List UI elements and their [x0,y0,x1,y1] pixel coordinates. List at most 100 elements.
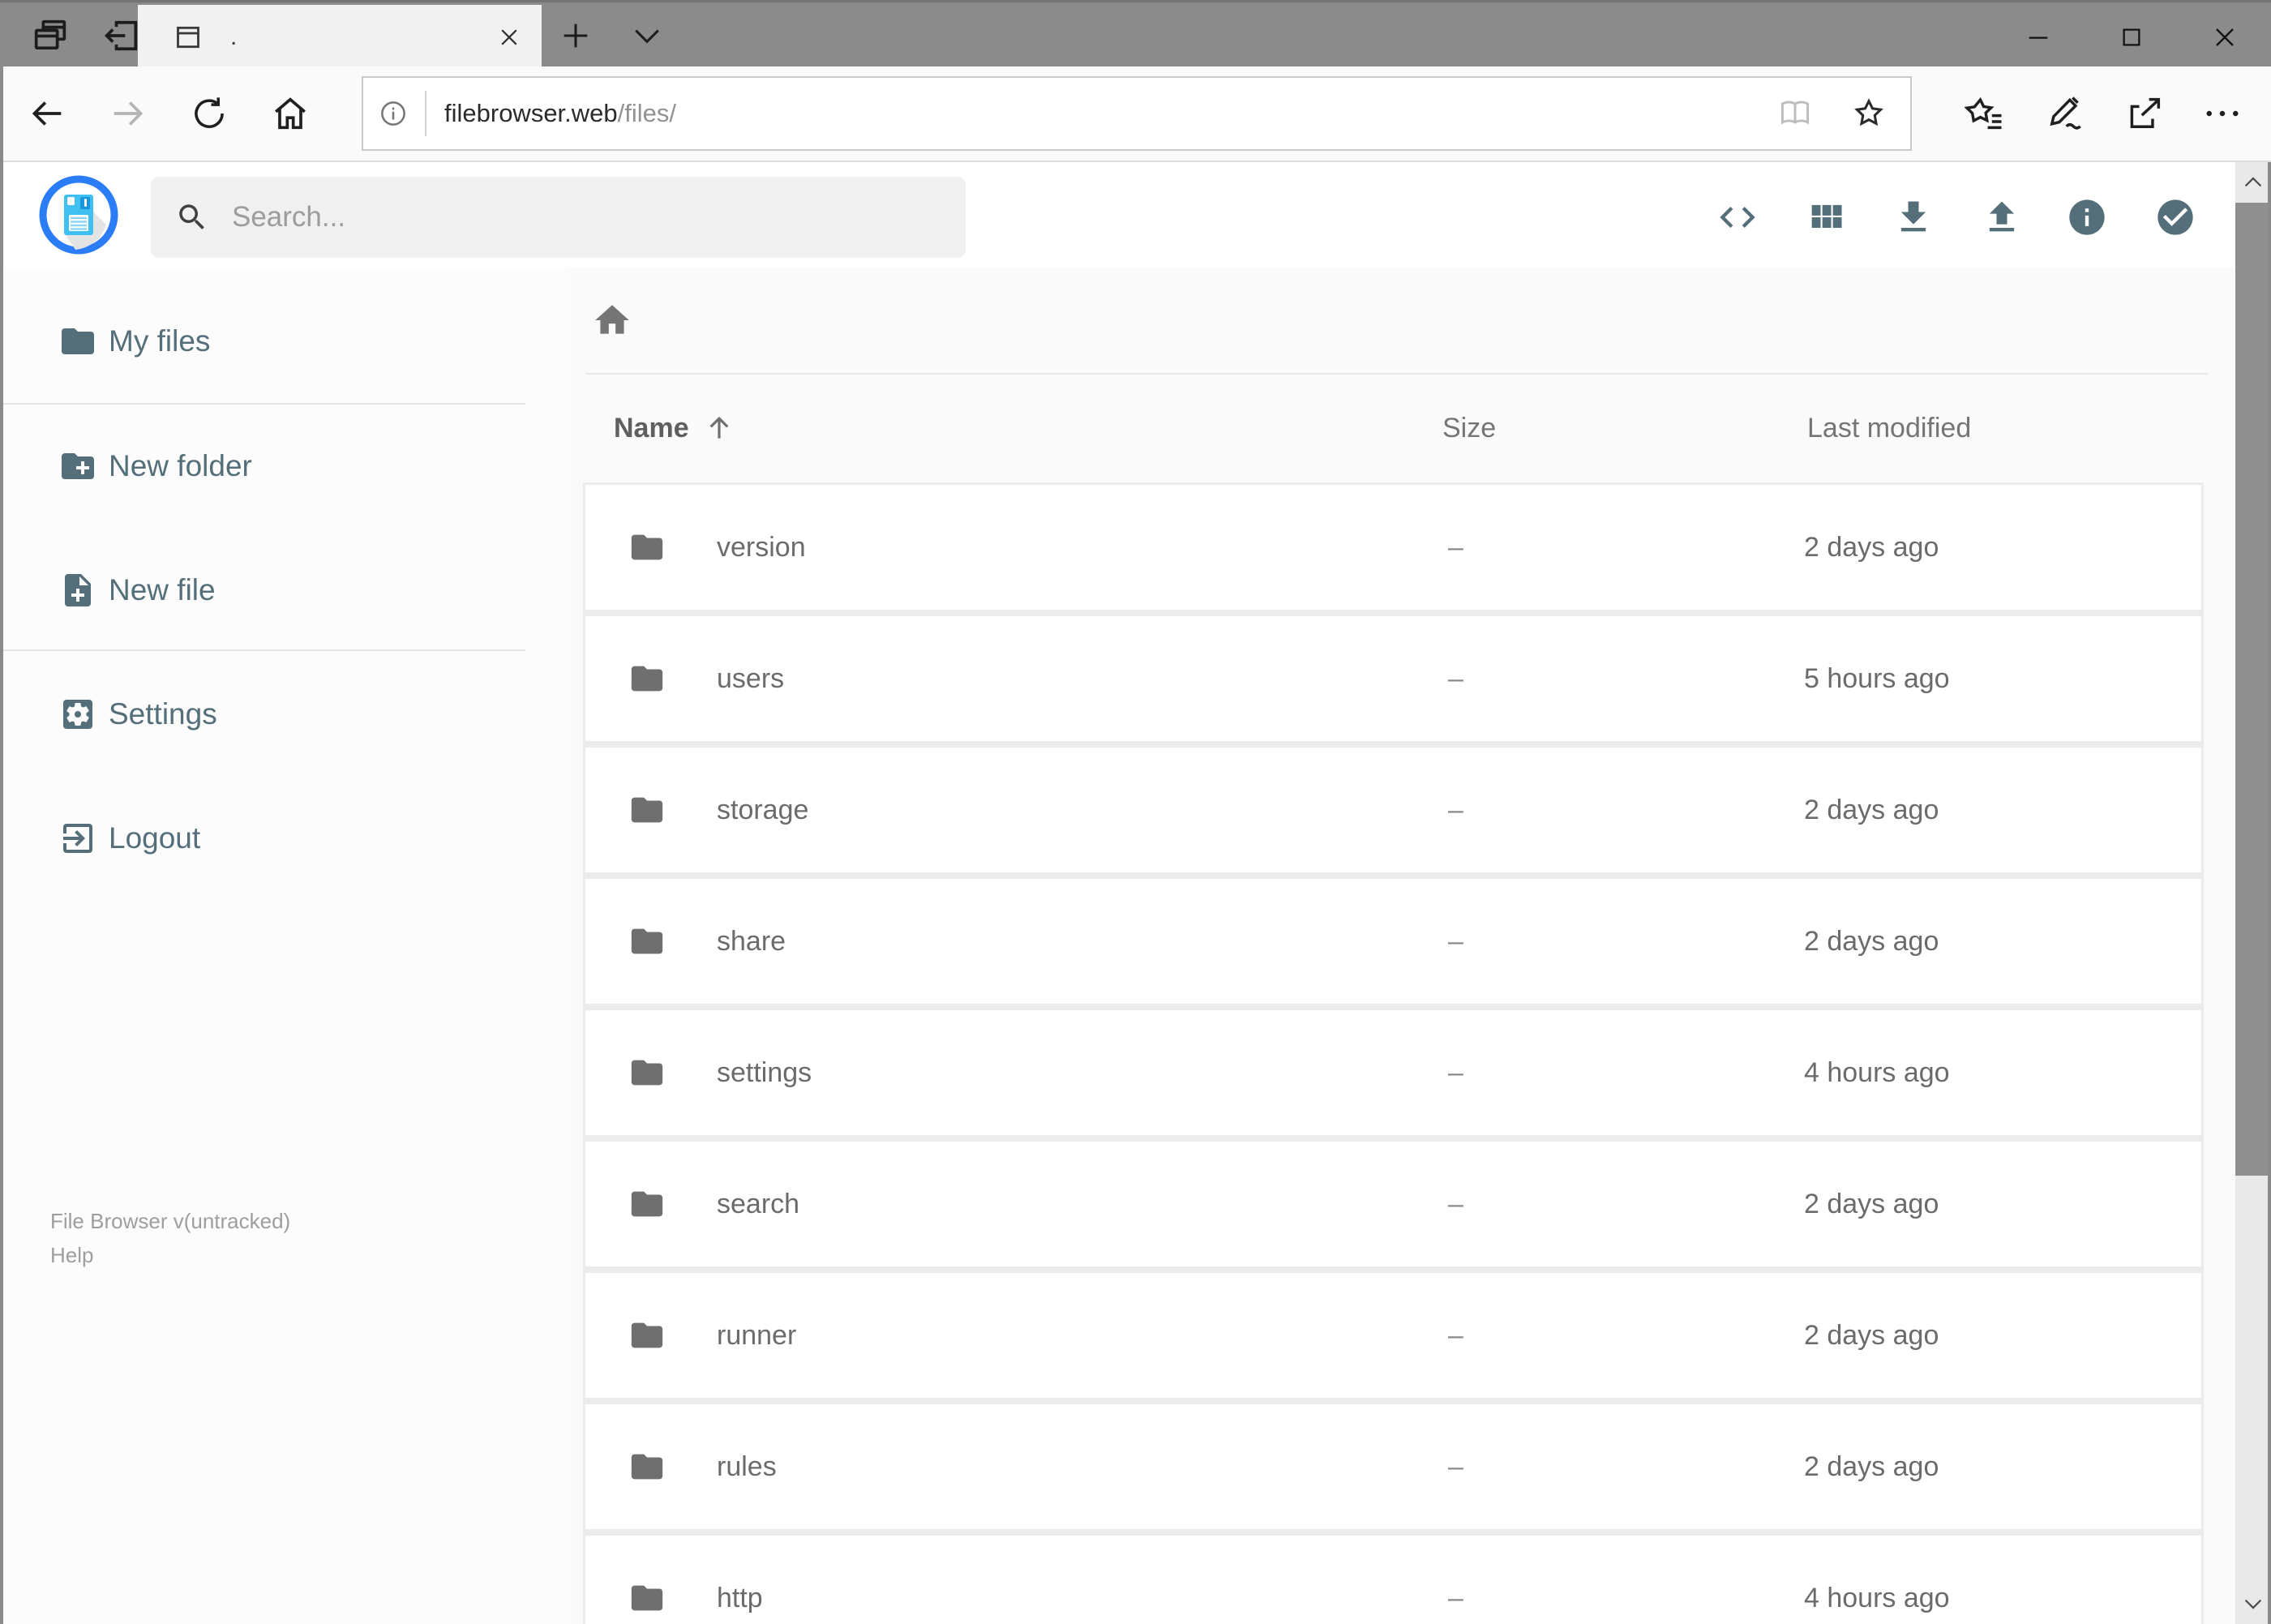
chevron-down-icon [629,18,665,54]
ellipsis-icon [2201,92,2243,135]
sidebar-item-settings[interactable]: Settings [0,679,570,749]
file-size: – [1448,1188,1463,1219]
search-bar[interactable] [151,177,966,258]
folder-icon [628,1579,717,1617]
refresh-button[interactable] [177,66,242,161]
sidebar-item-my-files[interactable]: My files [0,306,570,376]
folder-icon [628,791,717,829]
file-modified: 2 days ago [1804,794,1939,825]
favorites-hub-button[interactable] [1947,66,2024,161]
select-multiple-button[interactable] [2154,196,2196,238]
pen-icon [2044,92,2086,135]
site-info-icon[interactable] [378,98,409,129]
new-file-icon [58,571,97,610]
browser-tab[interactable]: . [138,5,542,69]
tab-list-button[interactable] [613,2,681,69]
back-arrow-icon [26,92,68,135]
url-text[interactable]: filebrowser.web/files/ [444,99,1777,128]
sidebar-divider [0,403,525,405]
home-button[interactable] [258,66,323,161]
search-icon [175,200,209,234]
vertical-scrollbar[interactable] [2235,162,2271,1624]
share-icon [2123,92,2166,135]
filebrowser-logo[interactable] [38,174,119,255]
url-path: /files/ [617,99,677,127]
file-row[interactable]: share – 2 days ago [585,879,2201,1004]
sidebar-item-label: My files [109,324,211,358]
refresh-icon [189,93,229,134]
logout-icon [58,819,97,858]
file-row[interactable]: rules – 2 days ago [585,1404,2201,1529]
column-header-name[interactable]: Name [614,413,1442,444]
add-favorite-star-icon[interactable] [1850,95,1888,132]
download-icon [1892,196,1935,238]
sidebar-item-label: Logout [109,821,201,855]
new-tab-button[interactable] [545,2,606,69]
folder-icon [628,1317,717,1354]
scroll-up-button[interactable] [2235,162,2271,203]
address-bar[interactable]: filebrowser.web/files/ [362,76,1912,151]
file-row[interactable]: runner – 2 days ago [585,1273,2201,1398]
file-size: – [1448,794,1463,825]
help-link[interactable]: Help [50,1238,290,1272]
search-input[interactable] [232,201,881,234]
file-row[interactable]: users – 5 hours ago [585,616,2201,741]
info-button[interactable] [2066,196,2108,238]
upload-button[interactable] [1981,196,2023,238]
folder-icon [628,1448,717,1485]
new-folder-icon [58,447,97,486]
scroll-down-button[interactable] [2235,1583,2271,1624]
maximize-button[interactable] [2085,5,2178,69]
column-header-size[interactable]: Size [1442,413,1807,444]
folder-icon [58,322,97,361]
reading-view-icon[interactable] [1777,96,1813,131]
folder-icon [628,1185,717,1223]
file-row[interactable]: version – 2 days ago [585,485,2201,610]
download-button[interactable] [1892,196,1935,238]
file-size: – [1448,1056,1463,1088]
file-name: users [717,662,785,694]
sort-ascending-icon [704,413,735,443]
sidebar-item-label: Settings [109,697,217,731]
share-button[interactable] [2106,66,2183,161]
app-header [0,162,2271,268]
scrollbar-thumb[interactable] [2235,203,2271,1176]
grid-view-icon [1805,196,1847,238]
browser-menu-button[interactable] [2184,66,2260,161]
file-name: runner [717,1319,797,1351]
file-name: storage [717,794,809,825]
sidebar-item-new-file[interactable]: New file [0,555,570,625]
url-host: filebrowser.web [444,99,618,127]
file-modified: 5 hours ago [1804,662,1950,694]
back-button[interactable] [15,66,79,161]
close-window-button[interactable] [2178,5,2271,69]
tab-close-icon[interactable] [477,5,542,69]
breadcrumb-divider [585,373,2208,375]
breadcrumb-home-icon[interactable] [592,300,632,341]
file-modified: 2 days ago [1804,531,1939,563]
web-note-button[interactable] [2027,66,2103,161]
tabs-preview-button[interactable] [15,2,86,69]
file-modified: 4 hours ago [1804,1582,1950,1613]
info-icon [2066,196,2108,238]
sidebar-item-logout[interactable]: Logout [0,803,570,873]
forward-button[interactable] [96,66,161,161]
file-row[interactable]: search – 2 days ago [585,1142,2201,1266]
sidebar-footer: File Browser v(untracked) Help [50,1204,290,1272]
file-listing-area: Name Size Last modified version – 2 days… [570,268,2235,1624]
toggle-shell-button[interactable] [1716,196,1759,238]
column-header-modified[interactable]: Last modified [1807,413,2204,444]
file-row[interactable]: storage – 2 days ago [585,748,2201,872]
minimize-button[interactable] [1991,5,2085,69]
file-row[interactable]: settings – 4 hours ago [585,1010,2201,1135]
forward-arrow-icon [107,92,149,135]
sidebar-item-new-folder[interactable]: New folder [0,431,570,501]
folder-icon [628,529,717,566]
upload-icon [1981,196,2023,238]
file-row[interactable]: http – 4 hours ago [585,1536,2201,1624]
grid-view-button[interactable] [1805,196,1847,238]
file-size: – [1448,662,1463,694]
file-name: settings [717,1056,812,1088]
sidebar-item-label: New folder [109,449,252,482]
file-size: – [1448,925,1463,957]
